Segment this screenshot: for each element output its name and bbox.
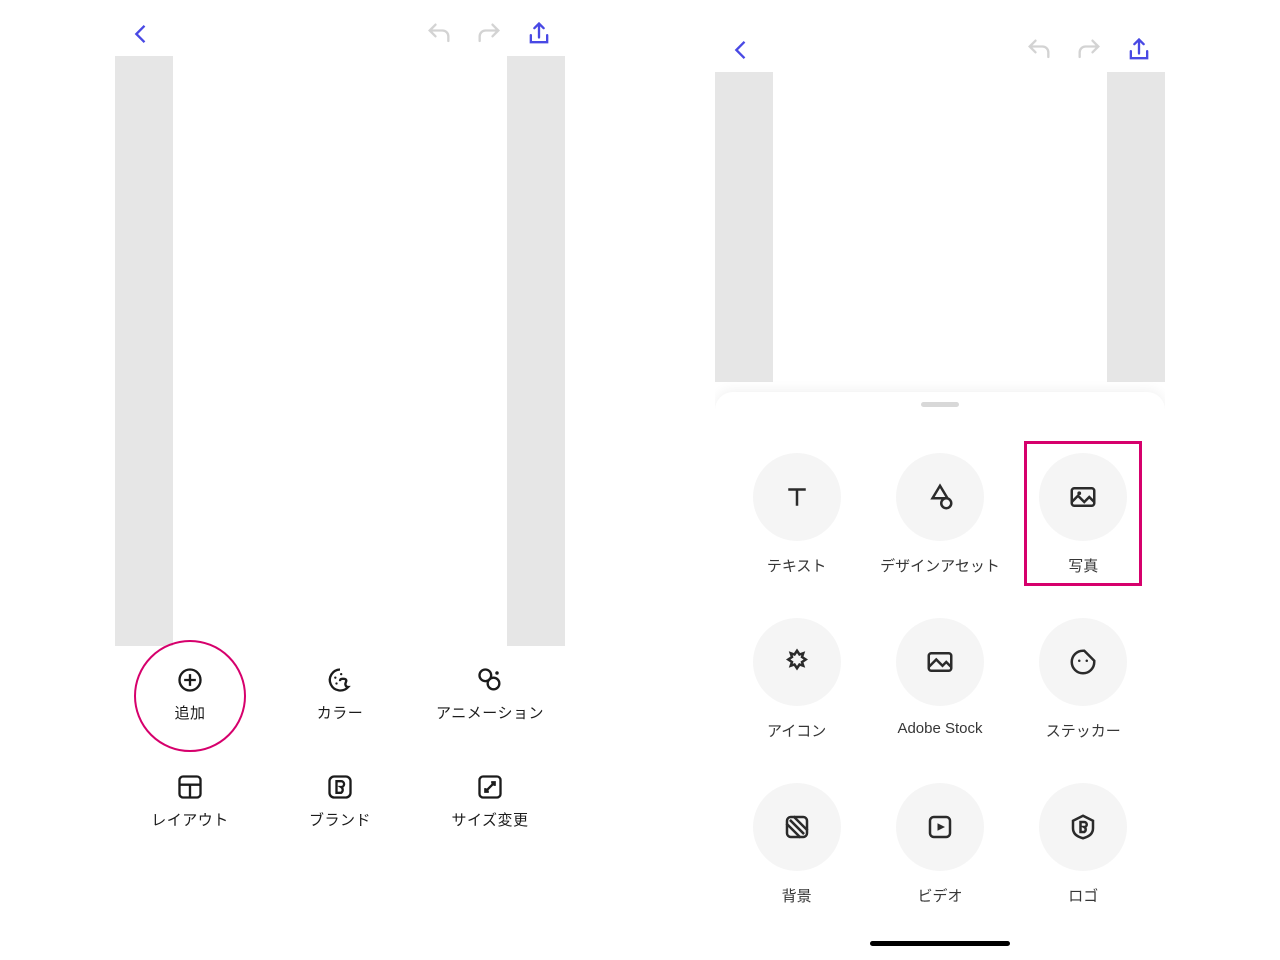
burst-icon bbox=[753, 618, 841, 706]
photo-icon bbox=[1039, 453, 1127, 541]
redo-icon[interactable] bbox=[475, 20, 503, 48]
palette-icon bbox=[326, 666, 354, 694]
tool-label: サイズ変更 bbox=[451, 809, 528, 830]
asset-sticker[interactable]: ステッカー bbox=[1018, 612, 1148, 747]
asset-label: ロゴ bbox=[1068, 885, 1098, 906]
topbar bbox=[115, 12, 565, 56]
tool-resize[interactable]: サイズ変更 bbox=[435, 773, 545, 830]
back-icon[interactable] bbox=[727, 36, 755, 64]
phone-right: テキスト デザインアセット 写真 アイコン bbox=[715, 12, 1165, 952]
resize-icon bbox=[476, 773, 504, 801]
animation-icon bbox=[476, 666, 504, 694]
video-icon bbox=[896, 783, 984, 871]
asset-icon[interactable]: アイコン bbox=[732, 612, 862, 747]
current-page[interactable] bbox=[773, 72, 1107, 382]
add-sheet: テキスト デザインアセット 写真 アイコン bbox=[715, 392, 1165, 952]
text-t-icon bbox=[753, 453, 841, 541]
topbar bbox=[715, 28, 1165, 72]
asset-grid: テキスト デザインアセット 写真 アイコン bbox=[715, 427, 1165, 912]
asset-label: Adobe Stock bbox=[897, 720, 982, 737]
asset-label: 背景 bbox=[782, 885, 812, 906]
share-icon[interactable] bbox=[525, 20, 553, 48]
layout-icon bbox=[176, 773, 204, 801]
undo-icon[interactable] bbox=[1025, 36, 1053, 64]
asset-design[interactable]: デザインアセット bbox=[875, 447, 1005, 582]
shapes-icon bbox=[896, 453, 984, 541]
next-page-sliver bbox=[507, 56, 565, 646]
home-indicator bbox=[870, 941, 1010, 946]
tool-label: ブランド bbox=[309, 809, 371, 830]
redo-icon[interactable] bbox=[1075, 36, 1103, 64]
current-page[interactable] bbox=[173, 56, 507, 646]
asset-label: 写真 bbox=[1068, 555, 1098, 576]
tool-label: 追加 bbox=[174, 702, 205, 723]
asset-label: アイコン bbox=[767, 720, 826, 741]
highlight-circle bbox=[134, 640, 246, 752]
asset-label: ステッカー bbox=[1046, 720, 1121, 741]
tool-color[interactable]: カラー bbox=[285, 666, 395, 723]
asset-photo[interactable]: 写真 bbox=[1018, 447, 1148, 582]
canvas-area[interactable] bbox=[715, 72, 1165, 382]
logo-b-icon bbox=[1039, 783, 1127, 871]
undo-icon[interactable] bbox=[425, 20, 453, 48]
tool-label: アニメーション bbox=[436, 702, 544, 723]
sticker-icon bbox=[1039, 618, 1127, 706]
image-icon bbox=[896, 618, 984, 706]
tool-label: レイアウト bbox=[151, 809, 229, 830]
canvas-area[interactable] bbox=[115, 56, 565, 646]
prev-page-sliver bbox=[115, 56, 173, 646]
asset-stock[interactable]: Adobe Stock bbox=[875, 612, 1005, 747]
plus-circle-icon bbox=[176, 666, 204, 694]
asset-logo[interactable]: ロゴ bbox=[1018, 777, 1148, 912]
asset-label: デザインアセット bbox=[880, 555, 1000, 576]
phone-left: 追加 カラー アニメーション レイアウト ブランド bbox=[115, 12, 565, 952]
sheet-handle[interactable] bbox=[921, 402, 959, 407]
asset-label: ビデオ bbox=[917, 885, 962, 906]
tool-brand[interactable]: ブランド bbox=[285, 773, 395, 830]
asset-text[interactable]: テキスト bbox=[732, 447, 862, 582]
asset-video[interactable]: ビデオ bbox=[875, 777, 1005, 912]
asset-background[interactable]: 背景 bbox=[732, 777, 862, 912]
asset-label: テキスト bbox=[767, 555, 827, 576]
tool-animation[interactable]: アニメーション bbox=[435, 666, 545, 723]
next-page-sliver bbox=[1107, 72, 1165, 382]
prev-page-sliver bbox=[715, 72, 773, 382]
bottom-toolbar: 追加 カラー アニメーション レイアウト ブランド bbox=[115, 646, 565, 850]
back-icon[interactable] bbox=[127, 20, 155, 48]
share-icon[interactable] bbox=[1125, 36, 1153, 64]
pattern-icon bbox=[753, 783, 841, 871]
tool-add[interactable]: 追加 bbox=[135, 666, 245, 723]
tool-layout[interactable]: レイアウト bbox=[135, 773, 245, 830]
tool-label: カラー bbox=[317, 702, 364, 723]
brand-b-icon bbox=[326, 773, 354, 801]
